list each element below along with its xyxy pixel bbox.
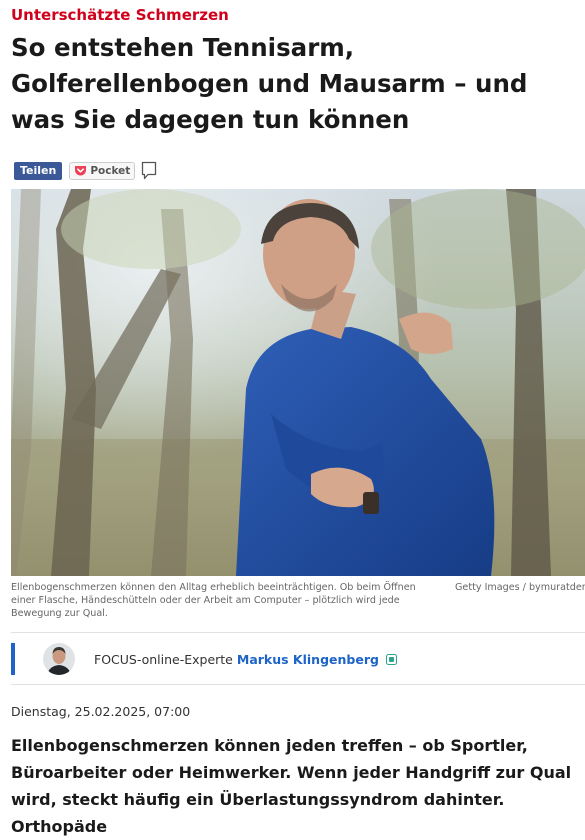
pocket-label: Pocket [90, 165, 131, 177]
author-prefix: FOCUS-online-Experte [94, 652, 233, 667]
article-kicker: Unterschätzte Schmerzen [11, 6, 229, 24]
avatar[interactable] [43, 643, 75, 675]
share-button[interactable]: Teilen [14, 162, 63, 180]
publish-date: Dienstag, 25.02.2025, 07:00 [11, 704, 191, 719]
divider-bottom [11, 684, 585, 685]
photo-man-holding-elbow [11, 189, 585, 576]
author-photo [43, 643, 75, 675]
image-credit: Getty Images / bymuratden [455, 582, 585, 593]
hero-image [11, 189, 585, 576]
image-caption: Ellenbogenschmerzen können den Alltag er… [11, 582, 416, 619]
expert-badge-icon [385, 654, 397, 665]
article-lead: Ellenbogenschmerzen können jeden treffen… [11, 736, 572, 836]
author-line: FOCUS-online-Experte Markus Klingenberg [94, 652, 397, 667]
comment-icon[interactable] [141, 161, 157, 181]
author-name-link[interactable]: Markus Klingenberg [237, 652, 379, 667]
share-toolbar: Teilen Pocket [14, 161, 157, 181]
author-accent-bar [11, 643, 15, 675]
divider-top [11, 632, 585, 633]
pocket-icon [75, 166, 87, 176]
pocket-button[interactable]: Pocket [69, 162, 136, 180]
article-headline: So entstehen Tennisarm, Golferellenbogen… [11, 33, 528, 134]
